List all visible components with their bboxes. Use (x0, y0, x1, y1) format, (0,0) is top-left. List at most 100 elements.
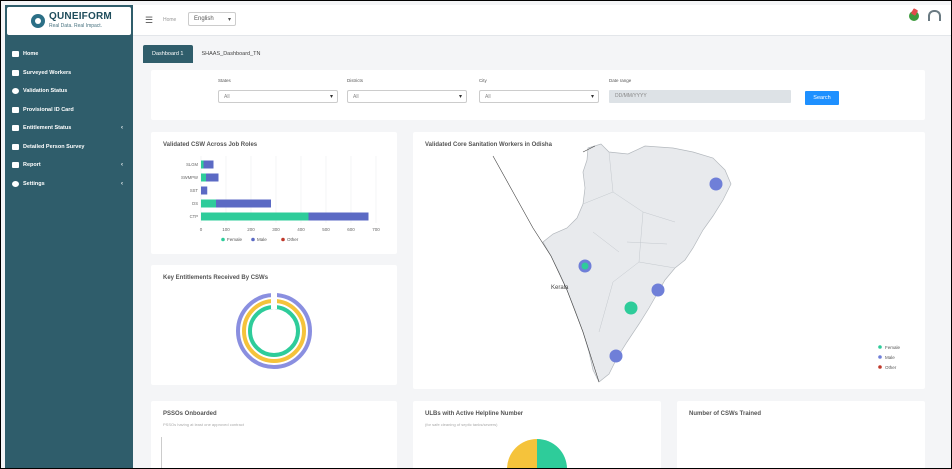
ulbs-card: ULBs with Active Helpline Number (for sa… (413, 401, 661, 468)
legend-dot-male (878, 355, 882, 359)
city-value: All (485, 94, 491, 100)
bar-male (216, 199, 271, 208)
radial-gap (271, 293, 277, 309)
city-filter: City All ▾ (479, 78, 599, 103)
sidebar-nav: Home Surveyed Workers Validation Status … (5, 45, 133, 193)
legend-dot-other (281, 237, 285, 242)
x-tick-label: 0 (200, 227, 203, 232)
survey-icon (12, 143, 19, 150)
chevron-left-icon: ‹ (121, 162, 123, 168)
sidebar-item-label: Entitlement Status (23, 125, 72, 132)
map-svg[interactable]: Kerala Female Male Other (413, 132, 925, 389)
sidebar-item-detailed-person-survey[interactable]: Detailed Person Survey (5, 138, 133, 157)
city-select[interactable]: All ▾ (479, 90, 599, 103)
search-button[interactable]: Search (805, 91, 839, 105)
dashboard-tabs: Dashboard 1 SHAAS_Dashboard_TN (143, 45, 270, 63)
chevron-down-icon: ▾ (590, 94, 594, 100)
states-value: All (224, 94, 230, 100)
home-icon (12, 51, 19, 58)
city-label: City (479, 78, 487, 83)
y-tick-label: SST (190, 188, 199, 193)
states-select[interactable]: All ▾ (218, 90, 338, 103)
home-link[interactable]: Home (163, 17, 176, 23)
pssos-card: PSSOs Onboarded PSSOs having at least on… (151, 401, 397, 468)
radial-ring-middle (242, 299, 306, 363)
check-circle-icon (12, 88, 19, 95)
pie-slice-green (537, 439, 567, 468)
sidebar-item-label: Report (23, 162, 41, 169)
chevron-left-icon: ‹ (121, 180, 123, 187)
x-tick-label: 500 (322, 227, 330, 232)
x-tick-label: 100 (222, 227, 230, 232)
legend-dot-female (221, 237, 225, 242)
entitlements-card: Key Entitlements Received By CSWs (151, 265, 397, 385)
sidebar-item-label: Validation Status (23, 88, 68, 95)
sidebar-item-label: Surveyed Workers (23, 69, 72, 76)
app-frame: QUNEIFORM Real Data. Real Impact. Home S… (0, 0, 952, 469)
bar-female (201, 199, 216, 208)
menu-toggle-icon[interactable]: ☰ (145, 15, 153, 26)
legend-label-female: Female (227, 237, 243, 242)
legend-dot-female (878, 345, 882, 349)
bar-female (201, 173, 206, 182)
districts-select[interactable]: All ▾ (347, 90, 467, 103)
document-icon (12, 125, 19, 132)
entitlements-radial-chart (236, 293, 312, 369)
x-tick-label: 300 (272, 227, 280, 232)
sidebar-item-entitlement-status[interactable]: Entitlement Status ‹ (5, 119, 133, 138)
trained-card: Number of CSWs Trained (677, 401, 925, 468)
bar-male (206, 173, 219, 182)
legend-label-other: Other (287, 237, 299, 242)
legend-dot-male (251, 237, 255, 242)
map-marker (609, 349, 623, 363)
map-marker (651, 283, 665, 297)
filter-card: States All ▾ Districts All ▾ City All ▾ Dat… (151, 70, 925, 120)
x-tick-label: 400 (297, 227, 305, 232)
sidebar-item-surveyed-workers[interactable]: Surveyed Workers (5, 64, 133, 83)
pssos-subtitle: PSSOs having at least one approved contr… (163, 422, 244, 427)
language-select[interactable]: English ▾ (188, 12, 236, 26)
sidebar-item-validation-status[interactable]: Validation Status (5, 82, 133, 101)
legend-label-male: Male (257, 237, 267, 242)
headset-icon[interactable] (928, 10, 941, 21)
radial-ring-inner (248, 305, 300, 357)
chevron-left-icon: ‹ (121, 125, 123, 131)
tab-dashboard-1[interactable]: Dashboard 1 (143, 45, 193, 63)
bar-male (203, 160, 214, 169)
sidebar-item-settings[interactable]: Settings ‹ (5, 175, 133, 194)
pssos-chart-axis (161, 437, 162, 468)
map-marker (709, 177, 723, 191)
pssos-title: PSSOs Onboarded (163, 411, 217, 417)
chevron-down-icon: ▾ (227, 17, 231, 23)
logo-tagline: Real Data. Real Impact. (49, 22, 103, 29)
x-tick-label: 700 (372, 227, 380, 232)
report-icon (12, 162, 19, 169)
notification-icon[interactable] (909, 11, 919, 21)
trained-title: Number of CSWs Trained (689, 411, 762, 417)
sidebar-item-label: Detailed Person Survey (23, 143, 85, 150)
job-roles-card: Validated CSW Across Job Roles 0 100 200 30… (151, 132, 397, 254)
sidebar-item-home[interactable]: Home (5, 45, 133, 64)
legend-label-other: Other (885, 365, 897, 370)
sidebar-item-provisional-id-card[interactable]: Provisional ID Card (5, 101, 133, 120)
date-range-input[interactable]: DD/MM/YYYY (609, 90, 791, 103)
logo-mark-icon (31, 14, 45, 28)
list-icon (12, 69, 19, 76)
logo[interactable]: QUNEIFORM Real Data. Real Impact. (7, 7, 131, 35)
map-marker (581, 262, 589, 270)
date-range-filter: Date range DD/MM/YYYY (609, 78, 791, 103)
job-roles-chart: 0 100 200 300 400 500 600 700 SLGM SWMPW SST DS CTP F… (181, 156, 380, 242)
y-tick-label: DS (192, 201, 198, 206)
y-tick-label: CTP (190, 214, 199, 219)
sidebar-item-report[interactable]: Report ‹ (5, 156, 133, 175)
map-region-shape (542, 143, 732, 383)
states-filter: States All ▾ (218, 78, 338, 103)
logo-name: QUNEIFORM (49, 10, 112, 22)
x-tick-label: 600 (347, 227, 355, 232)
gear-icon (12, 180, 19, 187)
language-value: English (194, 16, 214, 22)
sidebar-item-label: Provisional ID Card (23, 106, 74, 113)
tab-shaas-dashboard-tn[interactable]: SHAAS_Dashboard_TN (193, 45, 270, 63)
map-marker (624, 301, 638, 315)
legend-label-female: Female (885, 345, 901, 350)
